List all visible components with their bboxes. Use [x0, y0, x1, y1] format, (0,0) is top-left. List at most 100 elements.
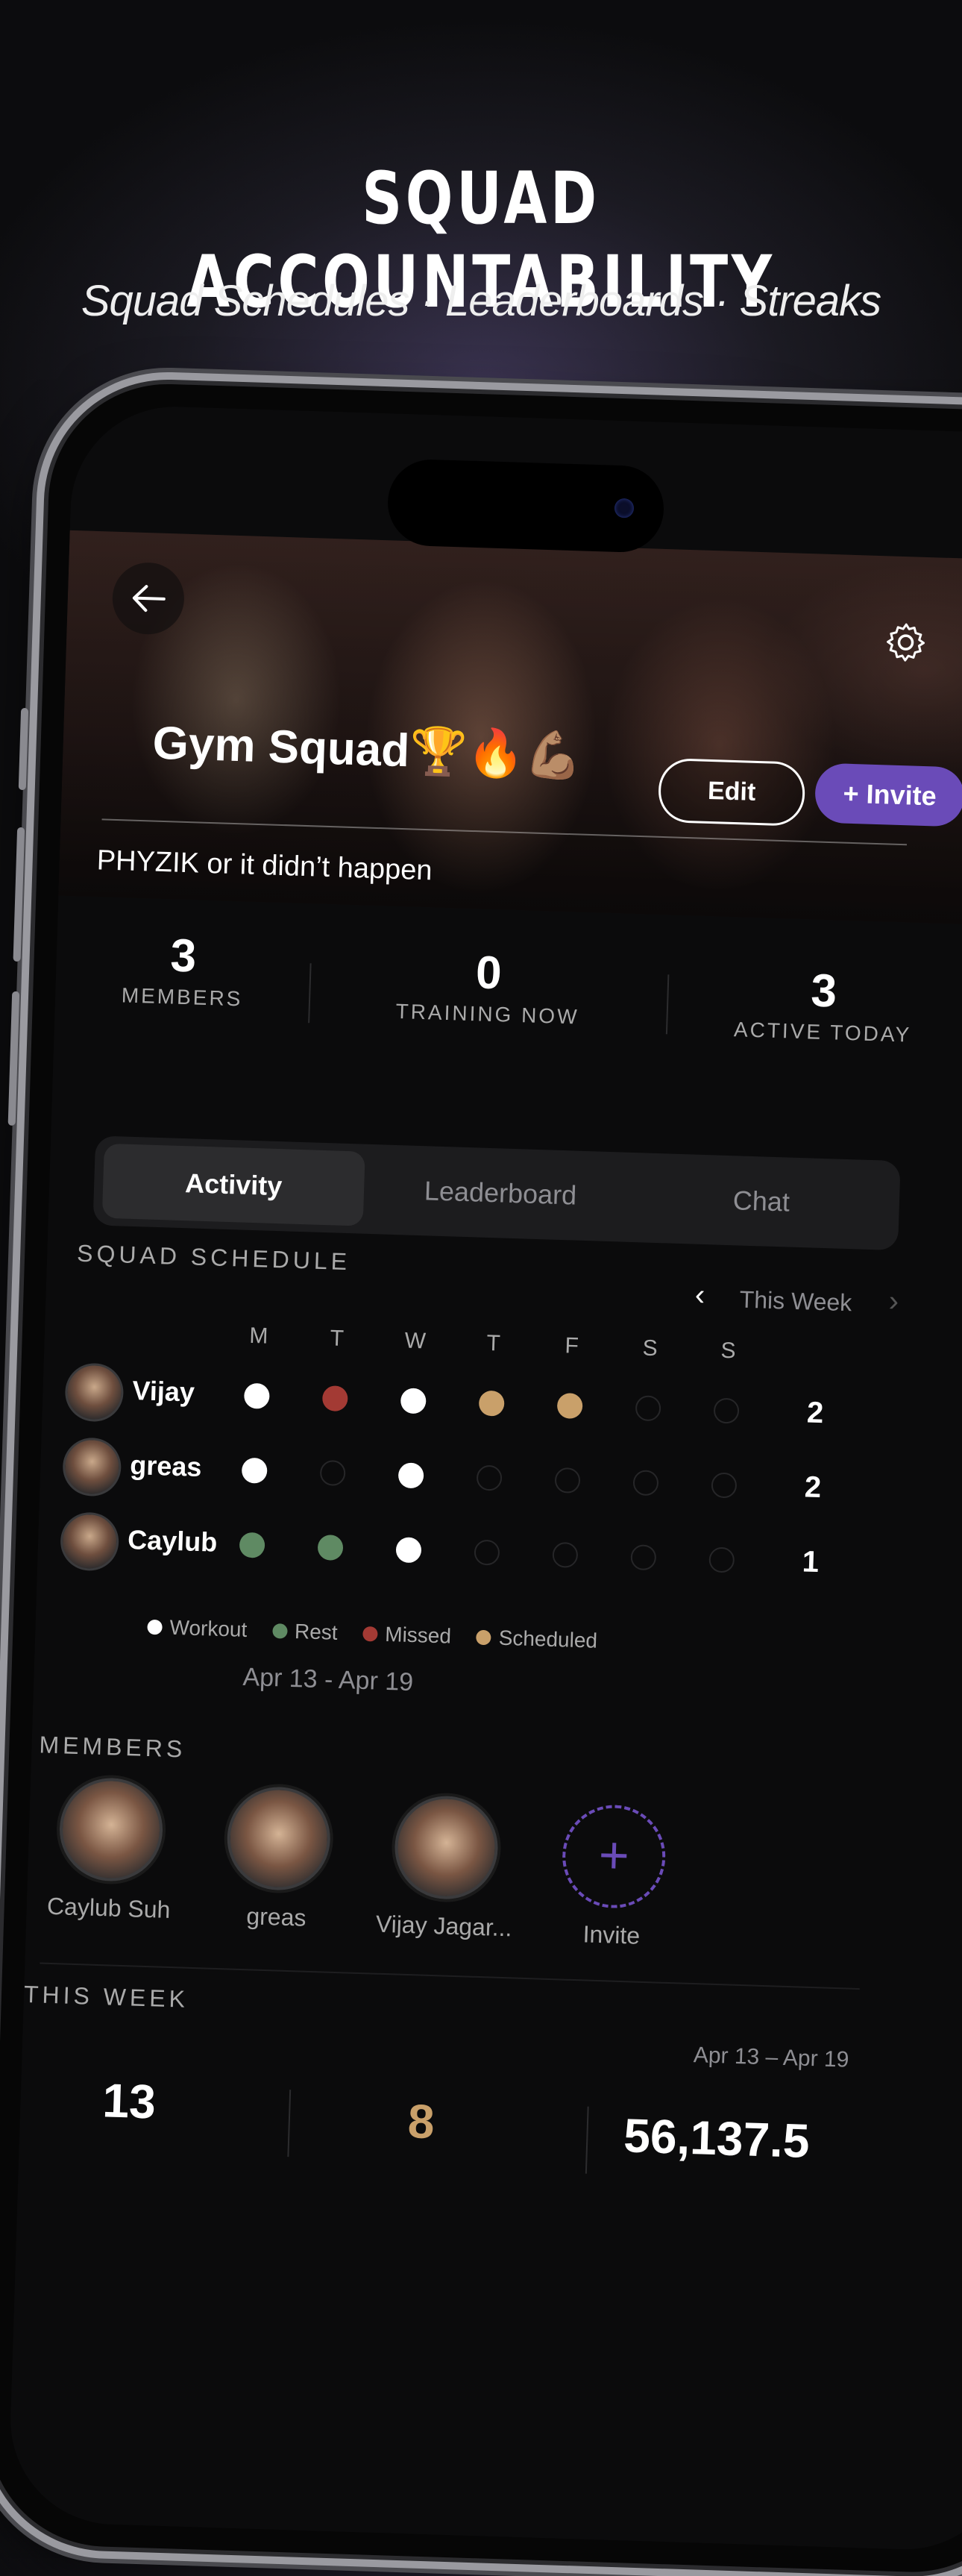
stat-active-today: 3 ACTIVE TODAY [711, 961, 937, 1047]
schedule-dot-empty[interactable] [632, 1470, 659, 1497]
schedule-dot-empty[interactable] [552, 1541, 579, 1568]
stat-active-today-value: 3 [810, 965, 838, 1018]
tab-activity[interactable]: Activity [101, 1143, 365, 1226]
volume-down-button [7, 991, 20, 1126]
schedule-dot-empty[interactable] [711, 1472, 738, 1499]
subline: Squad Schedules · Leaderboards · Streaks [81, 277, 881, 325]
chevron-right-icon[interactable]: › [888, 1285, 899, 1318]
day-header: F [565, 1333, 579, 1358]
legend-workout: Workout [147, 1615, 248, 1642]
stat-active-today-label: ACTIVE TODAY [733, 1018, 912, 1047]
tab-leaderboard[interactable]: Leaderboard [369, 1152, 632, 1235]
action-button [18, 707, 29, 791]
this-week-value-1: 13 [101, 2073, 157, 2129]
schedule-workout-count: 2 [806, 1396, 824, 1430]
stat-members: 3 MEMBERS [70, 926, 296, 1012]
schedule-dot-empty[interactable] [713, 1397, 740, 1424]
legend-scheduled: Scheduled [476, 1626, 598, 1653]
schedule-dot-workout[interactable] [241, 1457, 268, 1484]
tab-bar: Activity Leaderboard Chat [92, 1135, 901, 1251]
day-header: S [720, 1338, 737, 1364]
legend-missed-label: Missed [384, 1622, 452, 1648]
stat-members-label: MEMBERS [121, 983, 243, 1011]
stat-divider [287, 2090, 292, 2157]
schedule-dot-scheduled[interactable] [478, 1390, 505, 1417]
schedule-dot-workout[interactable] [400, 1388, 427, 1414]
stat-divider [665, 974, 670, 1035]
arrow-left-icon [132, 585, 166, 612]
legend-rest-label: Rest [294, 1620, 339, 1644]
member-caylub[interactable]: Caylub Suh [22, 1776, 198, 1925]
member-name: greas [245, 1902, 307, 1931]
legend-missed: Missed [362, 1622, 452, 1649]
avatar[interactable] [62, 1437, 122, 1497]
dynamic-island [386, 458, 665, 554]
schedule-member-name: greas [129, 1450, 203, 1483]
schedule-member-name: Vijay [131, 1375, 195, 1408]
schedule-legend: Workout Rest Missed Scheduled [147, 1615, 744, 1658]
stat-training-now-label: TRAINING NOW [395, 999, 580, 1029]
members-title: MEMBERS [38, 1731, 186, 1763]
legend-workout-dot [147, 1619, 163, 1635]
this-week-title: THIS WEEK [23, 1980, 189, 2013]
tab-chat[interactable]: Chat [629, 1160, 893, 1243]
gear-icon[interactable] [883, 619, 929, 665]
chevron-left-icon[interactable]: ‹ [694, 1279, 705, 1312]
member-name: Vijay Jagar... [375, 1910, 513, 1942]
week-label: This Week [739, 1285, 852, 1317]
legend-workout-label: Workout [169, 1615, 248, 1642]
stat-training-now-value: 0 [475, 947, 503, 1000]
legend-rest-dot [271, 1623, 288, 1639]
schedule-dot-missed[interactable] [321, 1385, 348, 1412]
day-header: W [404, 1328, 427, 1354]
this-week-value-2: 8 [406, 2094, 436, 2149]
plus-icon: + [561, 1803, 667, 1910]
legend-rest: Rest [271, 1619, 339, 1645]
schedule-dot-empty[interactable] [474, 1539, 500, 1566]
stat-divider [308, 963, 312, 1024]
avatar[interactable] [64, 1362, 125, 1423]
invite-button[interactable]: + Invite [814, 762, 962, 827]
this-week-date-range: Apr 13 – Apr 19 [693, 2043, 849, 2072]
schedule-member-name: Caylub [127, 1523, 218, 1558]
screen: Gym Squad🏆🔥💪🏽 Edit + Invite PHYZIK or it… [7, 403, 962, 2553]
invite-member-button[interactable]: + Invite [525, 1802, 701, 1952]
member-vijay[interactable]: Vijay Jagar... [358, 1793, 534, 1943]
schedule-dot-scheduled[interactable] [556, 1392, 583, 1420]
schedule-dot-empty[interactable] [630, 1544, 657, 1571]
schedule-workout-count: 1 [802, 1545, 820, 1579]
schedule-dot-workout[interactable] [395, 1537, 422, 1564]
avatar [57, 1776, 165, 1883]
legend-scheduled-label: Scheduled [498, 1626, 598, 1652]
legend-missed-dot [362, 1626, 378, 1642]
volume-up-button [13, 827, 25, 962]
schedule-date-range: Apr 13 - Apr 19 [242, 1662, 414, 1697]
schedule-dot-workout[interactable] [243, 1382, 270, 1409]
day-header: S [642, 1335, 658, 1361]
camera-icon [614, 498, 635, 518]
schedule-dot-rest[interactable] [239, 1532, 265, 1558]
day-header: T [486, 1330, 501, 1356]
schedule-dot-empty[interactable] [554, 1467, 581, 1494]
avatar [393, 1794, 500, 1901]
member-name: Caylub Suh [46, 1892, 171, 1923]
this-week-value-3: 56,137.5 [623, 2108, 811, 2169]
schedule-dot-workout[interactable] [397, 1462, 424, 1489]
schedule-workout-count: 2 [804, 1470, 822, 1505]
schedule-grid: M T W T F S S Vijay 2 greas 2 Caylub 1 [59, 404, 962, 1579]
stat-training-now: 0 TRAINING NOW [375, 943, 601, 1030]
day-header: T [330, 1326, 345, 1351]
phone-frame: Gym Squad🏆🔥💪🏽 Edit + Invite PHYZIK or it… [0, 380, 962, 2576]
avatar[interactable] [59, 1511, 120, 1572]
schedule-dot-empty[interactable] [635, 1395, 661, 1422]
edit-button[interactable]: Edit [657, 757, 806, 827]
schedule-dot-empty[interactable] [319, 1460, 346, 1487]
schedule-dot-empty[interactable] [708, 1546, 735, 1573]
schedule-dot-rest[interactable] [317, 1534, 344, 1561]
member-greas[interactable]: greas [190, 1784, 366, 1934]
invite-label: Invite [582, 1920, 641, 1949]
schedule-dot-empty[interactable] [476, 1464, 503, 1491]
legend-scheduled-dot [476, 1629, 492, 1646]
stat-divider [585, 2106, 589, 2174]
schedule-title: SQUAD SCHEDULE [76, 1239, 351, 1276]
